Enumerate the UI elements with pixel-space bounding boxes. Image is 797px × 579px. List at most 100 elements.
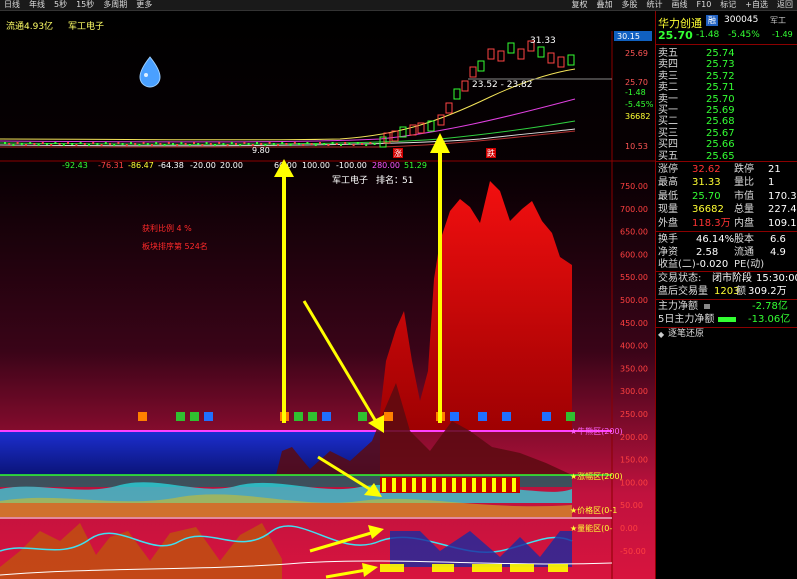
trade-status-row: 交易状态: 闭市阶段 15:30:00 bbox=[656, 272, 797, 285]
tick-tab-row[interactable]: ◆ 逐笔还原 bbox=[656, 328, 797, 341]
toolbar-adjust[interactable]: 复权 bbox=[572, 0, 588, 10]
tick-restore-tab[interactable]: 逐笔还原 bbox=[668, 328, 704, 341]
stats-row: 最低 25.70 市值 170.3 bbox=[656, 190, 797, 203]
candle bbox=[193, 142, 195, 144]
candle bbox=[33, 143, 36, 145]
toolbar-more[interactable]: 更多 bbox=[136, 0, 152, 10]
volume-block bbox=[472, 564, 502, 572]
candle bbox=[146, 143, 149, 145]
stats-row: 外盘 118.3万 内盘 109.1 bbox=[656, 217, 797, 230]
stripe bbox=[512, 478, 516, 492]
signal-square bbox=[384, 412, 393, 421]
candle bbox=[373, 143, 376, 145]
y-axis-label: 550.00 bbox=[620, 273, 648, 282]
toolbar-draw[interactable]: 画线 bbox=[672, 0, 688, 10]
candle bbox=[8, 143, 11, 145]
candle bbox=[62, 144, 65, 146]
candle bbox=[184, 143, 187, 145]
candle bbox=[16, 142, 19, 144]
toolbar-stats[interactable]: 统计 bbox=[647, 0, 663, 10]
y-axis-label: 600.00 bbox=[620, 250, 648, 259]
signal-square bbox=[542, 412, 551, 421]
range-annotation: 23.52 - 23.82 bbox=[472, 80, 533, 90]
candle bbox=[88, 144, 90, 146]
candle bbox=[37, 144, 40, 146]
y-axis-label: 450.00 bbox=[620, 319, 648, 328]
candle bbox=[327, 144, 330, 146]
toolbar-5s[interactable]: 5秒 bbox=[54, 0, 67, 10]
profit-ratio-note: 获利比例 4 % bbox=[142, 223, 192, 233]
capital-flow-value-2: -13.06亿 bbox=[748, 314, 791, 325]
signal-square bbox=[566, 412, 575, 421]
y-axis-label: 500.00 bbox=[620, 296, 648, 305]
signal-square bbox=[358, 412, 367, 421]
stock-change-pct: -5.45% bbox=[728, 30, 760, 40]
signal-square bbox=[322, 412, 331, 421]
capital-flow-bar-1 bbox=[704, 304, 710, 309]
yellow-striped-block bbox=[380, 477, 520, 493]
after-hours-amount-label: 额 bbox=[736, 286, 746, 297]
stripe bbox=[422, 478, 426, 492]
candle bbox=[344, 142, 347, 144]
stock-price: 25.70 bbox=[658, 29, 693, 42]
candle bbox=[159, 143, 162, 145]
price-label-4: -5.45% bbox=[625, 100, 654, 109]
after-hours-label: 盘后交易量 bbox=[658, 286, 708, 297]
candle bbox=[323, 143, 326, 145]
capital-flow-row-1: 主力净额 -2.78亿 bbox=[656, 300, 797, 313]
y-axis-label: 250.00 bbox=[620, 410, 648, 419]
toolbar-daily[interactable]: 日线 bbox=[4, 0, 20, 10]
divider-2 bbox=[656, 161, 797, 162]
candle bbox=[12, 144, 15, 146]
signal-square bbox=[308, 412, 317, 421]
candle bbox=[230, 142, 233, 144]
stock-price-row: 25.70 -1.48 -5.45% -1.49 bbox=[656, 29, 797, 43]
signal-square bbox=[190, 412, 199, 421]
zone-label-volume: ★量能区(0- bbox=[570, 523, 612, 533]
volume-block bbox=[380, 564, 404, 572]
stock-title-row: 华力创通 融 300045 军工 bbox=[656, 15, 797, 30]
ind-val-4: -20.00 bbox=[190, 161, 216, 170]
candle bbox=[134, 143, 137, 145]
stat-value-2: 21 bbox=[768, 164, 781, 175]
signal-square bbox=[176, 412, 185, 421]
y-axis-label: 100.00 bbox=[620, 478, 648, 487]
candle bbox=[75, 144, 78, 146]
candle bbox=[293, 142, 296, 144]
ind-val-2: -86.47 bbox=[128, 161, 154, 170]
toolbar-multi-stock[interactable]: 多股 bbox=[622, 0, 638, 10]
toolbar-add-watch[interactable]: +自选 bbox=[745, 0, 768, 10]
y-axis-label: 0.00 bbox=[620, 524, 638, 533]
toolbar-15s[interactable]: 15秒 bbox=[76, 0, 94, 10]
capital-flow-value-1: -2.78亿 bbox=[752, 301, 788, 312]
stripe bbox=[412, 478, 416, 492]
rank-value: 51 bbox=[402, 176, 413, 186]
stat-value: 32.62 bbox=[692, 164, 721, 175]
ind-val-10: 51.29 bbox=[404, 161, 427, 170]
toolbar-back[interactable]: 返回 bbox=[777, 0, 793, 10]
high-annotation: 31.33 bbox=[530, 36, 556, 46]
candle bbox=[256, 142, 258, 144]
candle bbox=[365, 144, 368, 146]
candle bbox=[67, 142, 69, 144]
stats2-row: 收益(二) -0.020 PE(动) bbox=[656, 258, 797, 271]
divider-3 bbox=[656, 231, 797, 232]
candle bbox=[138, 144, 141, 146]
industry-label: 军工电子 bbox=[68, 20, 104, 32]
stat-value-2: 227.4 bbox=[768, 204, 797, 216]
expand-icon[interactable]: ◆ bbox=[658, 328, 664, 341]
candle bbox=[289, 144, 292, 146]
candle bbox=[285, 143, 288, 145]
toolbar-f10[interactable]: F10 bbox=[697, 0, 712, 10]
toolbar-mark[interactable]: 标记 bbox=[720, 0, 736, 10]
candle bbox=[92, 142, 95, 144]
toolbar-overlay[interactable]: 叠加 bbox=[597, 0, 613, 10]
toolbar-yearly[interactable]: 年线 bbox=[29, 0, 45, 10]
after-hours-amount: 309.2万 bbox=[748, 286, 787, 297]
candle bbox=[209, 143, 212, 145]
capital-flow-label-1: 主力净额 bbox=[658, 301, 698, 312]
candle bbox=[298, 143, 300, 145]
toolbar-multi-period[interactable]: 多周期 bbox=[103, 0, 127, 10]
stat-label: 外盘 bbox=[658, 217, 678, 229]
chart-area[interactable]: 流通4.93亿 军工电子 31.33 23.52 - 23.82 9.80 30… bbox=[0, 11, 655, 579]
